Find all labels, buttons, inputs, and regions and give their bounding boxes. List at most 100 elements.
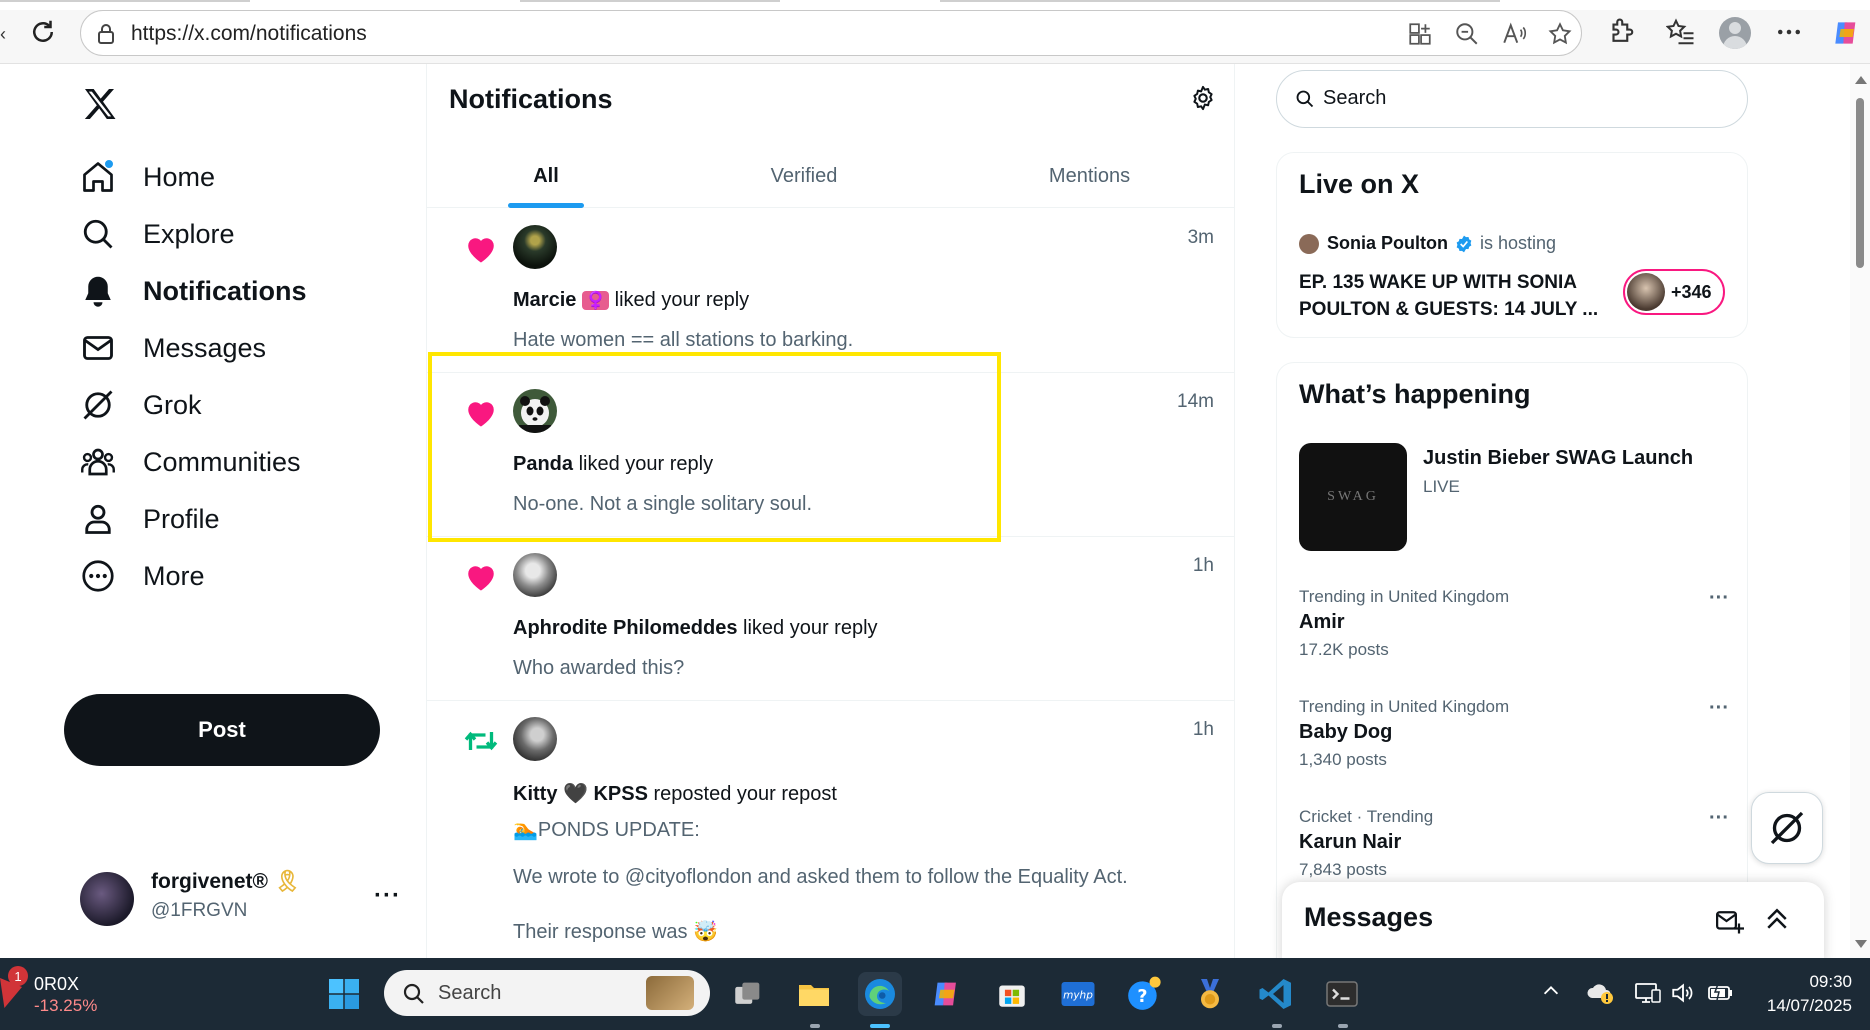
scroll-down-arrow-icon[interactable] bbox=[1855, 940, 1867, 948]
task-view-icon[interactable] bbox=[726, 972, 770, 1016]
notification-item[interactable]: 1h Kitty 🖤 KPSS reposted your repost 🏊PO… bbox=[427, 701, 1234, 958]
sidebar-item-notifications[interactable]: Notifications bbox=[80, 266, 307, 316]
messages-drawer[interactable]: Messages bbox=[1282, 882, 1824, 962]
post-button[interactable]: Post bbox=[64, 694, 380, 766]
page-scrollbar[interactable] bbox=[1850, 64, 1870, 958]
account-switcher[interactable]: forgivenet® 🎗 @1FRGVN ··· bbox=[80, 868, 410, 928]
profile-avatar-icon[interactable] bbox=[1719, 17, 1751, 49]
scroll-thumb[interactable] bbox=[1856, 98, 1864, 268]
trend-item[interactable]: Cricket · Trending Karun Nair 7,843 post… bbox=[1299, 807, 1729, 880]
tab-mentions[interactable]: Mentions bbox=[943, 144, 1234, 208]
edge-browser-icon[interactable] bbox=[858, 972, 902, 1016]
get-help-icon[interactable]: ? bbox=[1122, 972, 1166, 1016]
clock[interactable]: 09:30 14/07/2025 bbox=[1752, 970, 1852, 1018]
sidebar-item-more[interactable]: More bbox=[80, 551, 205, 601]
address-bar[interactable]: https://x.com/notifications bbox=[80, 10, 1582, 56]
terminal-icon[interactable] bbox=[1320, 972, 1364, 1016]
read-aloud-icon[interactable] bbox=[1501, 21, 1527, 47]
expand-drawer-icon[interactable] bbox=[1762, 904, 1792, 934]
user-name[interactable]: Marcie bbox=[513, 289, 576, 311]
account-more-icon[interactable]: ··· bbox=[374, 882, 401, 910]
tab-label: All bbox=[533, 164, 559, 187]
search-input[interactable]: Search bbox=[1276, 70, 1748, 128]
windows-start-icon[interactable] bbox=[322, 972, 366, 1016]
tab-all[interactable]: All bbox=[427, 144, 665, 208]
show-hidden-icons-chevron-icon[interactable] bbox=[1540, 980, 1562, 1002]
network-icon[interactable] bbox=[1634, 980, 1662, 1006]
taskbar-search-input[interactable]: Search bbox=[384, 970, 710, 1016]
reply-snippet[interactable]: Hate women == all stations to barking. bbox=[513, 329, 853, 352]
user-name[interactable]: Kitty 🖤 KPSS bbox=[513, 783, 648, 805]
app-grid-icon[interactable] bbox=[1407, 21, 1433, 47]
trend-item[interactable]: Trending in United Kingdom Amir 17.2K po… bbox=[1299, 587, 1729, 660]
user-name[interactable]: Panda bbox=[513, 453, 573, 475]
avatar[interactable] bbox=[513, 225, 557, 269]
favorite-star-icon[interactable] bbox=[1547, 21, 1573, 47]
notification-item[interactable]: 14m Panda liked your reply No-one. Not a… bbox=[427, 373, 1234, 537]
live-listeners-pill[interactable]: +346 bbox=[1623, 269, 1725, 315]
reply-snippet[interactable]: Who awarded this? bbox=[513, 657, 684, 680]
account-handle: @1FRGVN bbox=[151, 900, 248, 921]
scroll-up-arrow-icon[interactable] bbox=[1855, 76, 1867, 84]
repost-snippet-line[interactable]: Their response was 🤯 bbox=[513, 919, 718, 944]
tab-verified[interactable]: Verified bbox=[665, 144, 943, 208]
avatar[interactable] bbox=[513, 389, 557, 433]
avatar[interactable] bbox=[513, 717, 557, 761]
copilot-app-icon[interactable] bbox=[924, 972, 968, 1016]
settings-more-icon[interactable] bbox=[1774, 17, 1804, 47]
x-logo-icon[interactable] bbox=[80, 84, 120, 124]
sidebar-item-profile[interactable]: Profile bbox=[80, 494, 220, 544]
settings-gear-icon[interactable] bbox=[1189, 84, 1217, 112]
sidebar-item-communities[interactable]: Communities bbox=[80, 437, 301, 487]
repost-snippet-line[interactable]: We wrote to @cityoflondon and asked them… bbox=[513, 866, 1128, 889]
search-icon bbox=[402, 982, 426, 1006]
grok-floating-button[interactable] bbox=[1751, 792, 1823, 864]
trend-item[interactable]: Trending in United Kingdom Baby Dog 1,34… bbox=[1299, 697, 1729, 770]
reload-icon[interactable] bbox=[28, 17, 58, 47]
file-explorer-icon[interactable] bbox=[792, 972, 836, 1016]
live-show-title[interactable]: EP. 135 WAKE UP WITH SONIA POULTON & GUE… bbox=[1299, 269, 1619, 323]
store-icon[interactable] bbox=[990, 972, 1034, 1016]
zoom-out-icon[interactable] bbox=[1454, 21, 1480, 47]
sidebar-item-label: Profile bbox=[143, 503, 220, 534]
trend-more-icon[interactable]: ··· bbox=[1709, 697, 1729, 720]
favorites-list-icon[interactable] bbox=[1666, 17, 1696, 47]
url-text[interactable]: https://x.com/notifications bbox=[131, 22, 367, 46]
notification-item[interactable]: 1h Aphrodite Philomeddes liked your repl… bbox=[427, 537, 1234, 701]
vscode-icon[interactable] bbox=[1254, 972, 1298, 1016]
myhp-icon[interactable]: myhp bbox=[1056, 972, 1100, 1016]
clock-date: 14/07/2025 bbox=[1766, 996, 1852, 1015]
sidebar-item-explore[interactable]: Explore bbox=[80, 209, 235, 259]
featured-title[interactable]: Justin Bieber SWAG Launch bbox=[1423, 447, 1693, 470]
trend-more-icon[interactable]: ··· bbox=[1709, 587, 1729, 610]
user-name[interactable]: Aphrodite Philomeddes bbox=[513, 617, 737, 639]
timestamp: 1h bbox=[1192, 719, 1214, 740]
extensions-puzzle-icon[interactable] bbox=[1606, 17, 1636, 47]
lock-icon[interactable] bbox=[95, 22, 117, 46]
person-icon bbox=[80, 501, 116, 537]
female-sign-icon: ♀️ bbox=[581, 291, 610, 310]
featured-image[interactable]: SWAG bbox=[1299, 443, 1407, 551]
live-host[interactable]: Sonia Poulton is hosting bbox=[1299, 233, 1556, 254]
communities-icon bbox=[80, 444, 116, 480]
battery-icon[interactable] bbox=[1706, 980, 1736, 1006]
back-chevron-icon[interactable]: ‹ bbox=[0, 24, 6, 45]
medal-app-icon[interactable] bbox=[1188, 972, 1232, 1016]
notification-item[interactable]: 3m Marcie ♀️ liked your reply Hate women… bbox=[427, 209, 1234, 373]
avatar[interactable] bbox=[513, 553, 557, 597]
action-text: liked your reply bbox=[578, 453, 714, 475]
host-name: Sonia Poulton bbox=[1327, 233, 1448, 253]
sidebar-item-grok[interactable]: Grok bbox=[80, 380, 202, 430]
sidebar-item-home[interactable]: Home bbox=[80, 152, 215, 202]
new-message-icon[interactable] bbox=[1714, 906, 1744, 936]
reply-snippet[interactable]: No-one. Not a single solitary soul. bbox=[513, 493, 812, 516]
repost-snippet-line[interactable]: 🏊PONDS UPDATE: bbox=[513, 817, 700, 842]
volume-icon[interactable] bbox=[1670, 980, 1696, 1006]
trend-more-icon[interactable]: ··· bbox=[1709, 807, 1729, 830]
sidebar-item-label: Communities bbox=[143, 446, 301, 477]
page-title: Notifications bbox=[449, 84, 613, 114]
sidebar-item-messages[interactable]: Messages bbox=[80, 323, 266, 373]
trend-count: 17.2K posts bbox=[1299, 640, 1389, 659]
onedrive-warning-icon[interactable] bbox=[1586, 980, 1616, 1006]
copilot-icon[interactable] bbox=[1830, 17, 1860, 47]
